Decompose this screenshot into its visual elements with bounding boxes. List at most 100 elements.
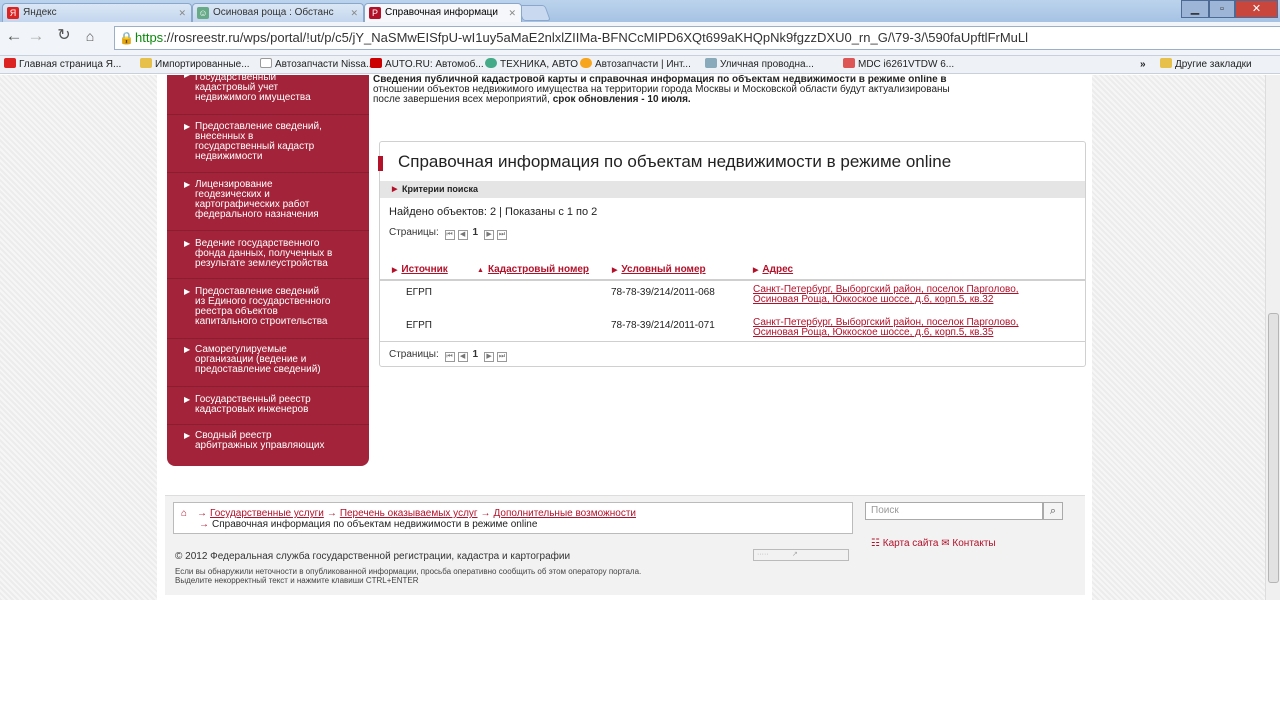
tab-yandex[interactable]: Я Яндекс ✕ [2, 3, 192, 22]
bookmarks-overflow-button[interactable]: » [1140, 56, 1146, 73]
sidebar-item-cadastral-registration[interactable]: ▶ Государственный кадастровый учет недви… [167, 75, 369, 115]
help-text: Если вы обнаружили неточности в опублико… [175, 567, 642, 576]
column-header-source[interactable]: ▶ Источник [392, 264, 448, 275]
bookmark-label: AUTO.RU: Автомоб... [385, 59, 484, 70]
first-page-icon[interactable]: ⏮ [444, 230, 455, 240]
arrow-right-icon: ▶ [184, 180, 191, 189]
table-row: ЕГРП 78-78-39/214/2011-068 Санкт-Петербу… [380, 281, 1085, 311]
new-tab-button[interactable] [517, 5, 551, 21]
address-line: Осиновая Роща, Юккоское шоссе, д.6, корп… [753, 327, 994, 338]
mdc-icon [843, 58, 855, 68]
close-tab-icon[interactable]: ✕ [350, 4, 358, 22]
tab-osinovaya[interactable]: ☺ Осиновая роща : Обстанс ✕ [192, 3, 364, 22]
last-page-icon[interactable]: ⏭ [497, 230, 508, 240]
reference-info-panel: Справочная информация по объектам недвиж… [378, 141, 1086, 367]
lock-icon: 🔒 [119, 31, 134, 45]
cell-source: ЕГРП [406, 320, 432, 331]
sidebar-item-label: предоставление сведений) [195, 364, 321, 375]
contacts-link[interactable]: Контакты [952, 538, 995, 549]
prev-page-icon[interactable]: ◀ [457, 352, 468, 362]
breadcrumb-link-list[interactable]: Перечень оказываемых услуг [340, 508, 478, 519]
vertical-scrollbar[interactable] [1265, 75, 1280, 600]
column-header-conditional[interactable]: ▶ Условный номер [612, 264, 706, 275]
title-marker [378, 156, 383, 171]
bookmark-label: ТЕХНИКА, АВТО [500, 59, 579, 70]
arrow-right-icon: ▶ [184, 287, 191, 296]
folder-icon [140, 58, 152, 68]
search-icon[interactable]: ⌕ [1043, 502, 1063, 520]
sidebar-item-arbitration-registry[interactable]: ▶ Сводный реестр арбитражных управляющих [167, 425, 369, 465]
next-page-icon[interactable]: ▶ [484, 352, 495, 362]
sidebar-item-engineers-registry[interactable]: ▶ Государственный реестр кадастровых инж… [167, 387, 369, 425]
notice-line: после завершения всех мероприятий, [373, 94, 553, 105]
tab-rosreestr[interactable]: Р Справочная информаци ✕ [364, 3, 522, 22]
address-bar[interactable]: 🔒 https://rosreestr.ru/wps/portal/!ut/p/… [114, 26, 1280, 50]
sidebar-item-label: капитального строительства [195, 316, 328, 327]
search-input[interactable]: Поиск [865, 502, 1043, 520]
address-link[interactable]: Санкт-Петербург, Выборгский район, посел… [753, 318, 1019, 338]
sitemap-link[interactable]: Карта сайта [883, 538, 939, 549]
other-bookmarks[interactable]: Другие закладки [1160, 56, 1252, 73]
breadcrumb: ⌂ → Государственные услуги → Перечень оказы… [173, 502, 853, 534]
bookmark-nissan[interactable]: Автозапчасти Nissa... [260, 56, 374, 73]
current-page: 1 [472, 349, 479, 360]
arrow-right-icon: ▶ [392, 267, 398, 274]
address-link[interactable]: Санкт-Петербург, Выборгский район, посел… [753, 285, 1019, 305]
search-criteria-toggle[interactable]: ▶ Критерии поиска [380, 181, 1085, 198]
arrow-right-icon: ▶ [753, 267, 759, 274]
column-header-address[interactable]: ▶ Адрес [753, 264, 793, 275]
site-favicon-icon: ☺ [197, 7, 209, 19]
auto-icon [370, 58, 382, 68]
sidebar-item-cadastre-info[interactable]: ▶ Предоставление сведений, внесенных в г… [167, 115, 369, 173]
column-header-label: Источник [401, 264, 448, 275]
bookmark-technika[interactable]: ТЕХНИКА, АВТО [485, 56, 578, 73]
column-header-label: Кадастровый номер [487, 264, 590, 275]
column-header-label: Адрес [762, 264, 794, 275]
bookmark-label: Автозапчасти Nissa... [275, 59, 375, 70]
arrow-right-icon: ▶ [184, 239, 191, 248]
arrow-right-icon: ▶ [184, 122, 191, 131]
sidebar-item-label: результате землеустройства [195, 258, 328, 269]
bookmark-imported[interactable]: Импортированные... [140, 56, 250, 73]
close-window-button[interactable]: ✕ [1235, 0, 1278, 18]
sidebar-item-sro[interactable]: ▶ Саморегулируемые организации (ведение … [167, 339, 369, 387]
bookmark-autozapchasti[interactable]: Автозапчасти | Инт... [580, 56, 691, 73]
prev-page-icon[interactable]: ◀ [457, 230, 468, 240]
bookmark-mdc[interactable]: MDC i6261VTDW 6... [843, 56, 954, 73]
forward-button[interactable]: → [26, 26, 46, 46]
breadcrumb-link-services[interactable]: Государственные услуги [210, 508, 324, 519]
maximize-button[interactable]: ▫ [1209, 0, 1235, 18]
bookmark-wiring[interactable]: Уличная проводна... [705, 56, 814, 73]
notice-deadline: срок обновления - 10 июля. [552, 94, 691, 105]
page-viewport: ▶ Государственный кадастровый учет недви… [0, 75, 1265, 600]
last-page-icon[interactable]: ⏭ [497, 352, 508, 362]
scrollbar-thumb[interactable] [1268, 313, 1279, 583]
bookmark-autoru[interactable]: AUTO.RU: Автомоб... [370, 56, 484, 73]
sidebar-item-licensing[interactable]: ▶ Лицензирование геодезических и картогр… [167, 173, 369, 231]
bookmark-yandex[interactable]: Главная страница Я... [4, 56, 121, 73]
globe-icon [485, 58, 497, 68]
column-header-cadastral[interactable]: ▲ Кадастровый номер [477, 264, 589, 275]
reload-button[interactable]: ↻ [54, 26, 74, 46]
sidebar-item-land-fund[interactable]: ▶ Ведение государственного фонда данных,… [167, 231, 369, 279]
breadcrumb-arrow-icon: → [197, 508, 207, 519]
next-page-icon[interactable]: ▶ [484, 230, 495, 240]
first-page-icon[interactable]: ⏮ [444, 352, 455, 362]
arrow-right-icon: ▶ [184, 345, 191, 354]
bookmark-label: MDC i6261VTDW 6... [858, 59, 955, 70]
sidebar-item-egrp-info[interactable]: ▶ Предоставление сведений из Единого гос… [167, 279, 369, 339]
close-tab-icon[interactable]: ✕ [508, 4, 516, 22]
sidebar-menu: ▶ Государственный кадастровый учет недви… [167, 75, 369, 466]
close-tab-icon[interactable]: ✕ [178, 4, 186, 22]
update-notice: Сведения публичной кадастровой карты и с… [373, 75, 1073, 105]
breadcrumb-current: Справочная информация по объектам недвиж… [212, 519, 538, 530]
home-icon[interactable]: ⌂ [181, 508, 187, 519]
yandex-favicon-icon: Я [7, 7, 19, 19]
home-button[interactable]: ⌂ [80, 26, 100, 46]
back-button[interactable]: ← [4, 26, 24, 46]
star-icon [580, 58, 592, 68]
bookmark-label: Автозапчасти | Инт... [595, 59, 691, 70]
minimize-button[interactable]: ▁ [1181, 0, 1209, 18]
breadcrumb-link-extras[interactable]: Дополнительные возможности [494, 508, 636, 519]
sort-up-icon: ▲ [477, 267, 484, 274]
